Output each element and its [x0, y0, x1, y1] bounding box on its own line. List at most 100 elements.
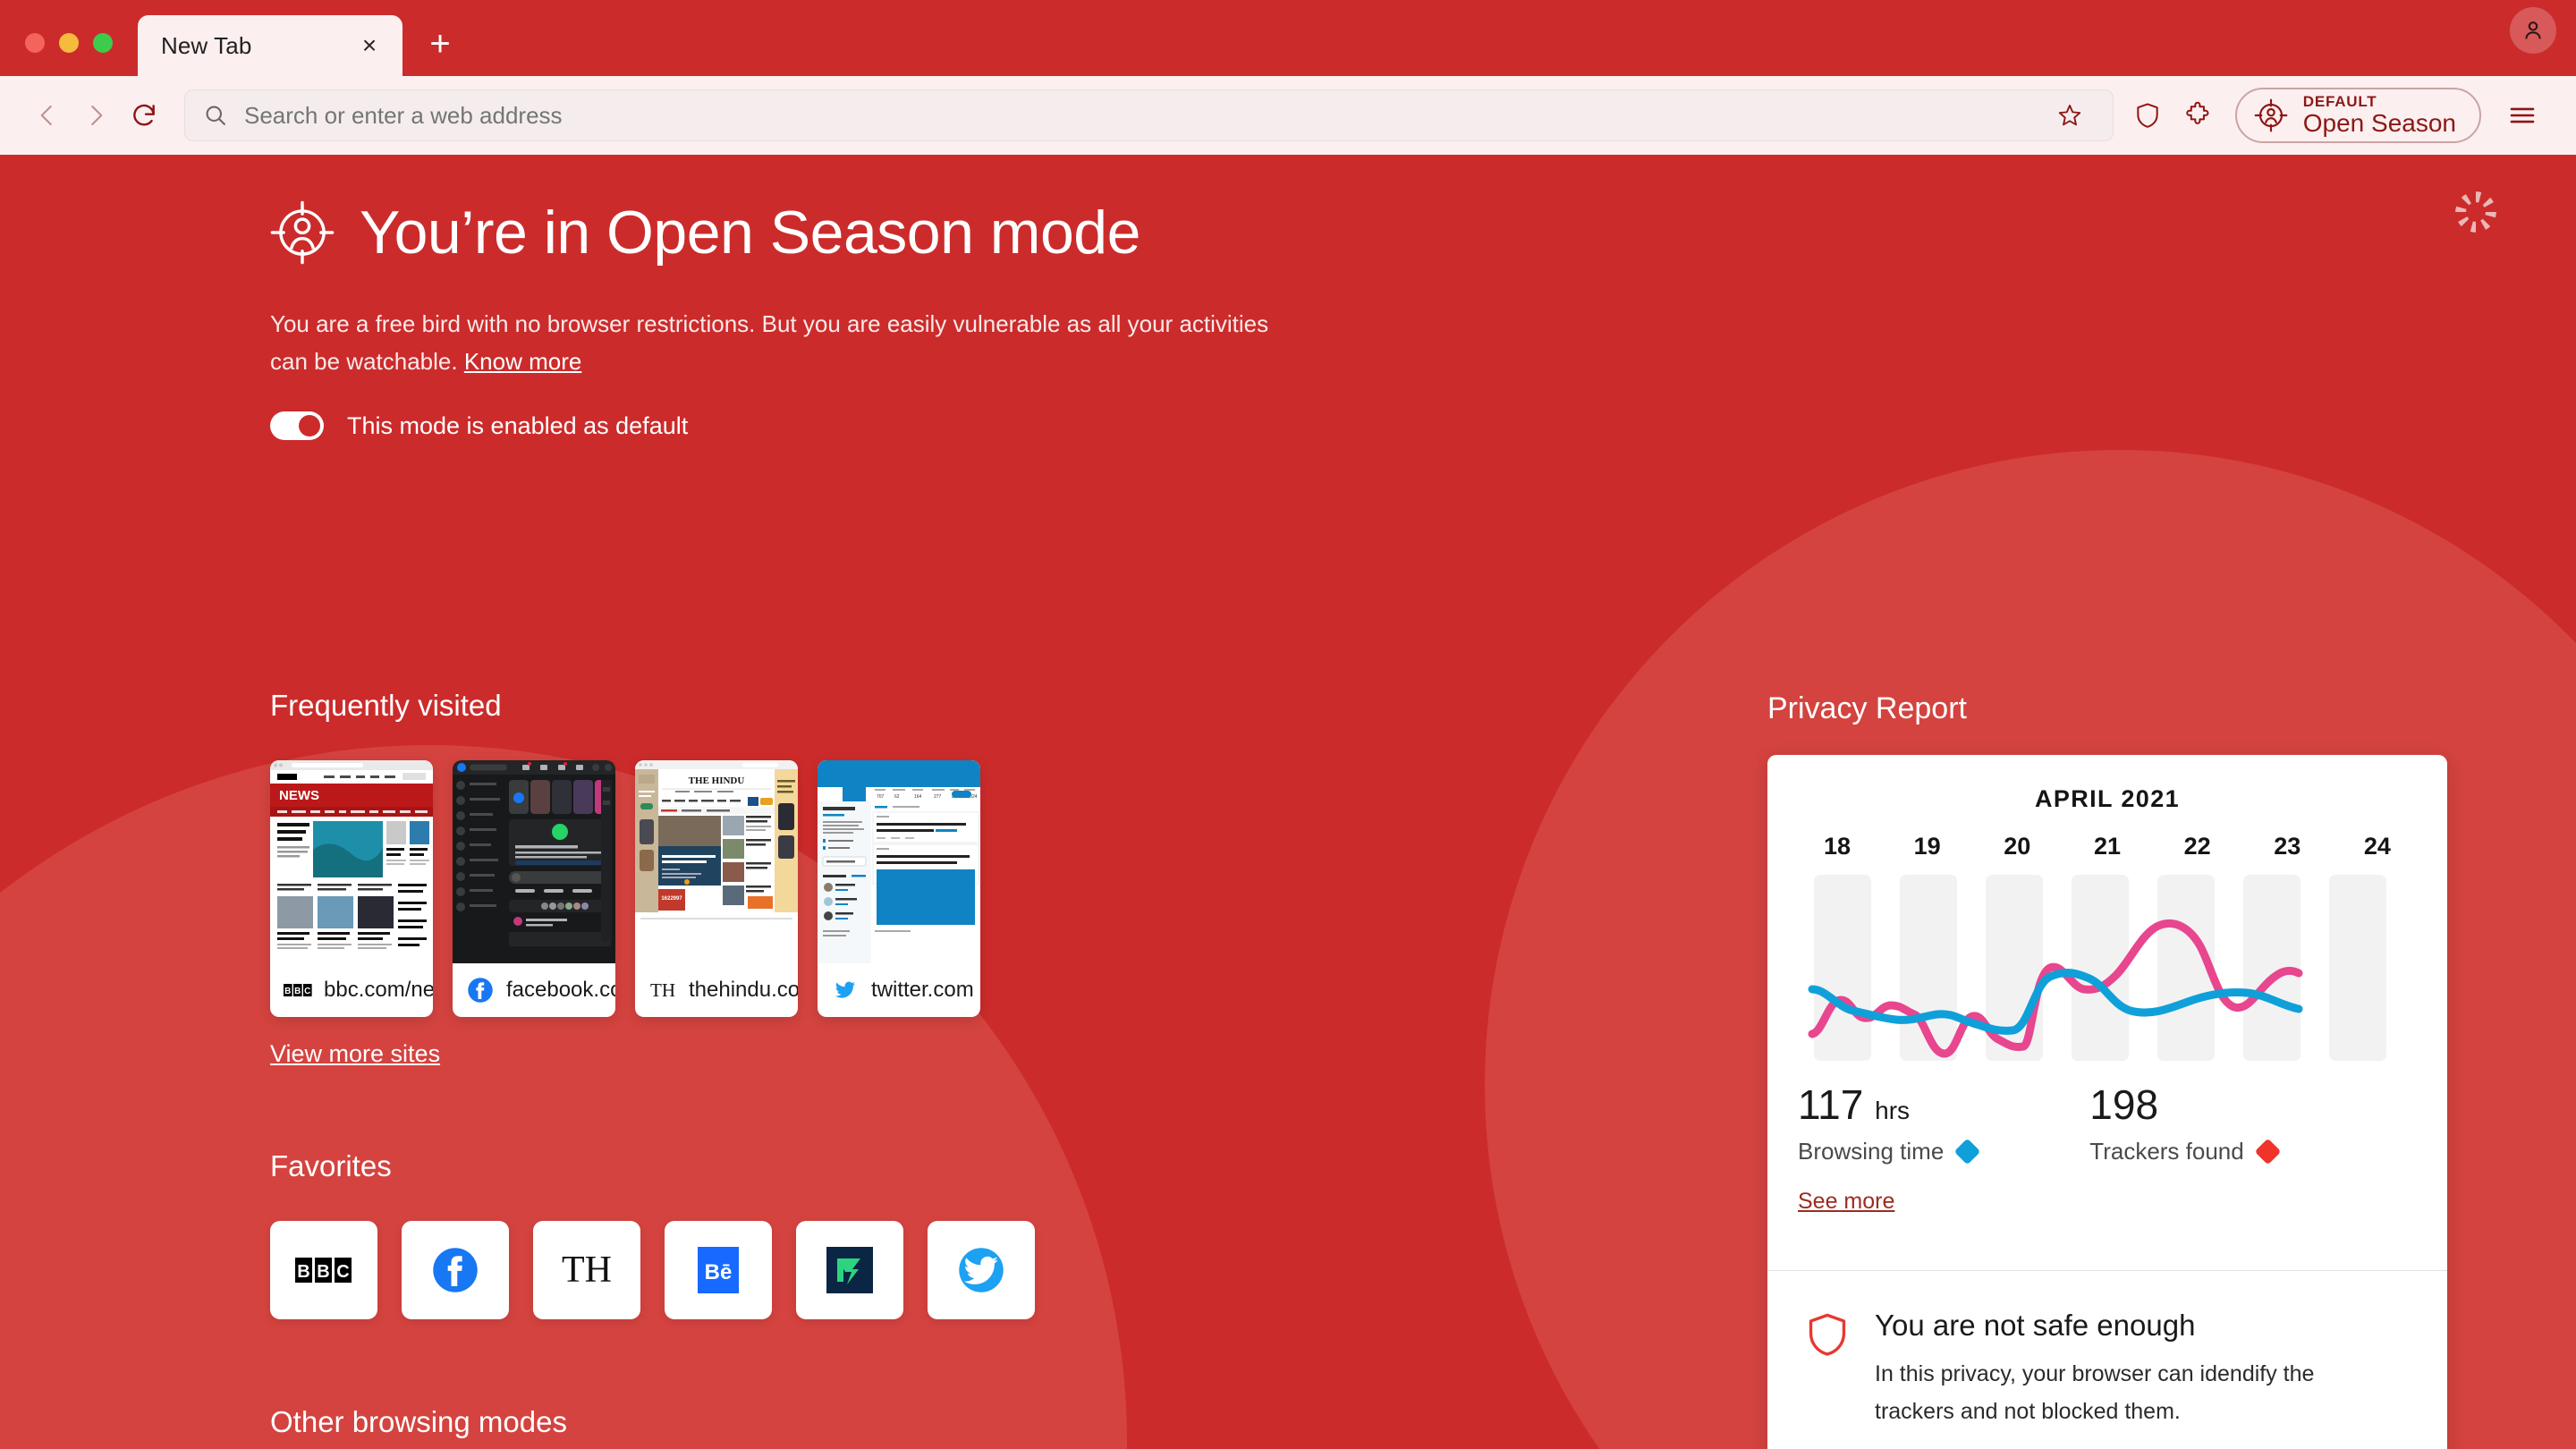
legend-swatch-browsing: [1953, 1138, 1981, 1165]
extensions-button[interactable]: [2173, 90, 2223, 140]
favorite-item-behance[interactable]: Bē: [665, 1221, 772, 1319]
hero-description-text: You are a free bird with no browser rest…: [270, 310, 1269, 376]
view-more-sites-link[interactable]: View more sites: [270, 1040, 440, 1067]
stat-label: Browsing time: [1798, 1138, 1945, 1165]
privacy-chart: [1798, 875, 2417, 1061]
tab-strip: New Tab × +: [0, 0, 2576, 76]
default-mode-toggle-row: This mode is enabled as default: [270, 411, 688, 440]
twitter-icon: [959, 1248, 1004, 1292]
search-input[interactable]: [244, 101, 2029, 130]
target-person-icon: [2254, 98, 2288, 132]
reload-icon: [133, 104, 155, 126]
reload-button[interactable]: [120, 91, 168, 140]
legend-swatch-trackers: [2254, 1138, 2282, 1165]
svg-text:B: B: [284, 987, 291, 996]
chart-x-tick: 22: [2183, 833, 2211, 860]
site-card[interactable]: NEWS B B C bbc.com/ne: [270, 760, 433, 1017]
svg-text:B: B: [317, 1262, 329, 1282]
back-button[interactable]: [23, 91, 72, 140]
bookmark-button[interactable]: [2045, 90, 2095, 140]
default-mode-toggle-label: This mode is enabled as default: [347, 411, 689, 439]
favorite-item-freshworks[interactable]: [796, 1221, 903, 1319]
shield-icon: [2137, 103, 2158, 128]
favorite-item-twitter[interactable]: [928, 1221, 1035, 1319]
facebook-icon: [433, 1248, 478, 1292]
privacy-report-card: APRIL 2021 18 19 20 21 22 23 24 117 hrs …: [1767, 755, 2447, 1449]
favorite-item-bbc[interactable]: B B C: [270, 1221, 377, 1319]
new-tab-button[interactable]: +: [422, 26, 458, 62]
site-name: twitter.com: [871, 978, 974, 1002]
browser-tab[interactable]: New Tab ×: [138, 15, 402, 76]
window-traffic-lights: [0, 33, 113, 76]
chart-x-tick: 19: [1913, 833, 1941, 860]
stat-value: 117: [1798, 1081, 1864, 1128]
stat-value: 198: [2089, 1081, 2159, 1128]
safety-title: You are not safe enough: [1875, 1309, 2196, 1342]
thehindu-icon: TH: [562, 1250, 612, 1291]
new-tab-page: You’re in Open Season mode You are a fre…: [0, 155, 2576, 1449]
forward-button[interactable]: [72, 91, 120, 140]
search-icon: [206, 106, 225, 125]
stat-label: Trackers found: [2089, 1138, 2244, 1165]
site-footer: B B C bbc.com/news: [270, 963, 433, 1017]
hamburger-menu-icon: [2510, 107, 2535, 123]
svg-text:Bē: Bē: [705, 1260, 733, 1284]
site-name: bbc.com/news: [324, 978, 433, 1002]
frequently-visited-grid: NEWS B B C bbc.com/ne facebook.c THE HIN…: [270, 760, 980, 1017]
tracking-protection-button[interactable]: [2123, 90, 2173, 140]
avatar[interactable]: [2510, 7, 2556, 54]
chart-series-trackers: [1808, 919, 2303, 1058]
svg-text:B: B: [294, 987, 301, 996]
site-thumbnail: NEWS: [270, 760, 433, 963]
page-title: You’re in Open Season mode: [360, 199, 1140, 267]
person-icon: [2525, 21, 2541, 39]
site-card[interactable]: 70762164 277241,024: [818, 760, 980, 1017]
favorite-item-facebook[interactable]: [402, 1221, 509, 1319]
site-card[interactable]: facebook.com: [453, 760, 615, 1017]
address-bar[interactable]: [184, 89, 2114, 141]
chart-x-tick: 18: [1823, 833, 1852, 860]
site-thumbnail: THE HINDU 1622997: [635, 760, 798, 963]
site-thumbnail: [453, 760, 615, 963]
profile-badge: DEFAULT: [2302, 93, 2377, 111]
privacy-stats: 117 hrs Browsing time 198 Trackers found: [1767, 1061, 2447, 1165]
minimize-window-button[interactable]: [59, 33, 79, 53]
behance-icon: Bē: [698, 1247, 739, 1293]
stat-trackers-found: 198 Trackers found: [2089, 1080, 2282, 1165]
frequently-visited-section: Frequently visited NEWS B B C bbc.com/ne…: [270, 689, 980, 1017]
toggle-knob: [299, 415, 320, 436]
chart-x-tick-labels: 18 19 20 21 22 23 24: [1767, 813, 2447, 860]
close-window-button[interactable]: [25, 33, 45, 53]
facebook-icon: [466, 976, 495, 1004]
svg-text:C: C: [304, 987, 310, 996]
profile-name: Open Season: [2302, 109, 2456, 138]
view-more-sites-wrapper: View more sites: [270, 1040, 440, 1068]
bbc-icon: B B C: [295, 1258, 352, 1283]
twitter-icon: [831, 976, 860, 1004]
close-tab-icon[interactable]: ×: [356, 32, 383, 59]
favorites-section: Favorites B B C TH Bē: [270, 1149, 1035, 1319]
hero-header: You’re in Open Season mode: [268, 198, 1140, 267]
chevron-right-icon: [91, 106, 103, 125]
privacy-report-section: Privacy Report APRIL 2021 18 19 20 21 22…: [1767, 691, 2447, 1449]
svg-text:THE HINDU: THE HINDU: [689, 775, 745, 786]
thehindu-icon: TH: [650, 979, 675, 1001]
see-more-link[interactable]: See more: [1798, 1189, 1894, 1214]
svg-text:62: 62: [894, 794, 900, 800]
favorite-item-thehindu[interactable]: TH: [533, 1221, 640, 1319]
profile-mode-button[interactable]: DEFAULT Open Season: [2234, 88, 2481, 143]
target-person-icon: [270, 200, 335, 265]
zoom-window-button[interactable]: [93, 33, 113, 53]
stat-unit: hrs: [1875, 1097, 1911, 1124]
app-menu-button[interactable]: [2497, 90, 2547, 140]
segmented-ring-icon: [2455, 191, 2496, 233]
tab-title: New Tab: [161, 31, 252, 59]
default-mode-toggle[interactable]: [270, 411, 324, 440]
chart-x-tick: 23: [2274, 833, 2301, 860]
site-footer: twitter.com: [818, 963, 980, 1017]
safety-text: In this privacy, your browser can idendi…: [1875, 1361, 2315, 1424]
site-card[interactable]: THE HINDU 1622997 TH thehindu.co: [635, 760, 798, 1017]
chart-column-bands: [1814, 875, 2386, 1061]
privacy-report-heading: Privacy Report: [1767, 691, 1967, 725]
know-more-link[interactable]: Know more: [464, 348, 582, 375]
